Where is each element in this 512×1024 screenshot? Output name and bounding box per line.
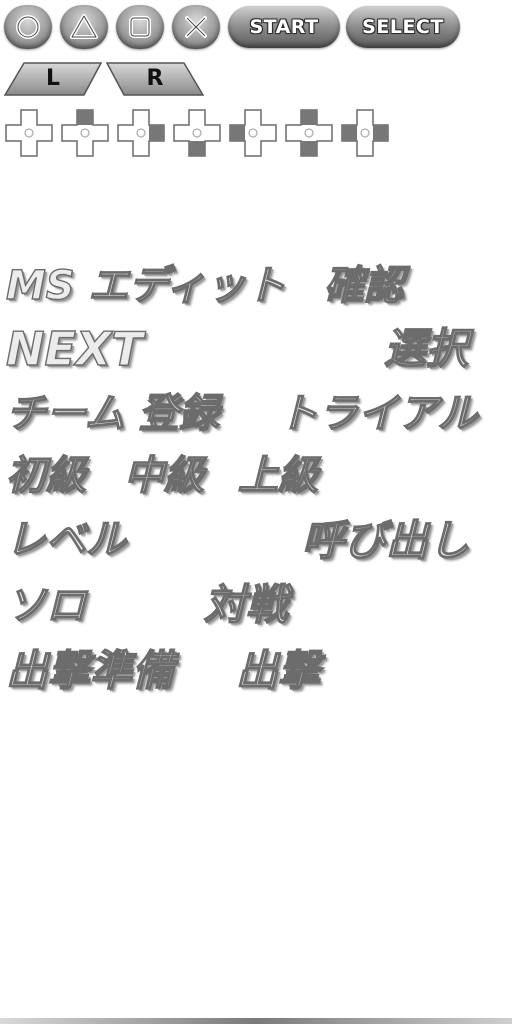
dpad-up-down-icon bbox=[284, 108, 334, 158]
label-level: レベル bbox=[5, 517, 126, 563]
r-shoulder-button[interactable]: R bbox=[106, 62, 204, 96]
circle-button[interactable] bbox=[4, 5, 52, 49]
label-advanced: 上級 bbox=[237, 453, 318, 499]
dpad-right-icon bbox=[116, 108, 166, 158]
bottom-bar bbox=[0, 1018, 512, 1024]
dpad-left-right-icon bbox=[340, 108, 390, 158]
circle-icon bbox=[16, 15, 40, 39]
dpad-neutral-icon bbox=[4, 108, 54, 158]
start-label: START bbox=[249, 16, 319, 38]
label-intermediate: 中級 bbox=[123, 453, 204, 499]
dpad-up-icon bbox=[60, 108, 110, 158]
label-confirm: 確認 bbox=[323, 263, 404, 309]
label-call: 呼び出し bbox=[301, 516, 471, 565]
square-button[interactable] bbox=[116, 5, 164, 49]
label-beginner: 初級 bbox=[5, 453, 86, 499]
r-shoulder-label: R bbox=[146, 66, 164, 91]
triangle-button[interactable] bbox=[60, 5, 108, 49]
label-ms-edit: MS エディット bbox=[5, 263, 286, 309]
label-sortie: 出撃 bbox=[235, 646, 321, 695]
l-shoulder-label: L bbox=[45, 66, 61, 91]
l-shoulder-button[interactable]: L bbox=[4, 62, 102, 96]
select-button[interactable]: SELECT bbox=[346, 6, 460, 48]
square-icon bbox=[129, 16, 151, 38]
label-sortie-prep: 出撃準備 bbox=[5, 646, 175, 695]
cross-icon bbox=[185, 16, 207, 38]
label-select: 選択 bbox=[383, 324, 469, 373]
label-solo: ソロ bbox=[5, 583, 86, 629]
label-trial: トライアル bbox=[277, 391, 478, 437]
label-next: NEXT bbox=[5, 322, 143, 376]
start-button[interactable]: START bbox=[228, 6, 340, 48]
dpad-down-icon bbox=[172, 108, 222, 158]
cross-button[interactable] bbox=[172, 5, 220, 49]
label-versus: 対戦 bbox=[203, 580, 289, 629]
dpad-left-icon bbox=[228, 108, 278, 158]
triangle-icon bbox=[70, 14, 98, 39]
label-team-register: チーム 登録 bbox=[5, 391, 219, 437]
select-label: SELECT bbox=[362, 16, 444, 38]
